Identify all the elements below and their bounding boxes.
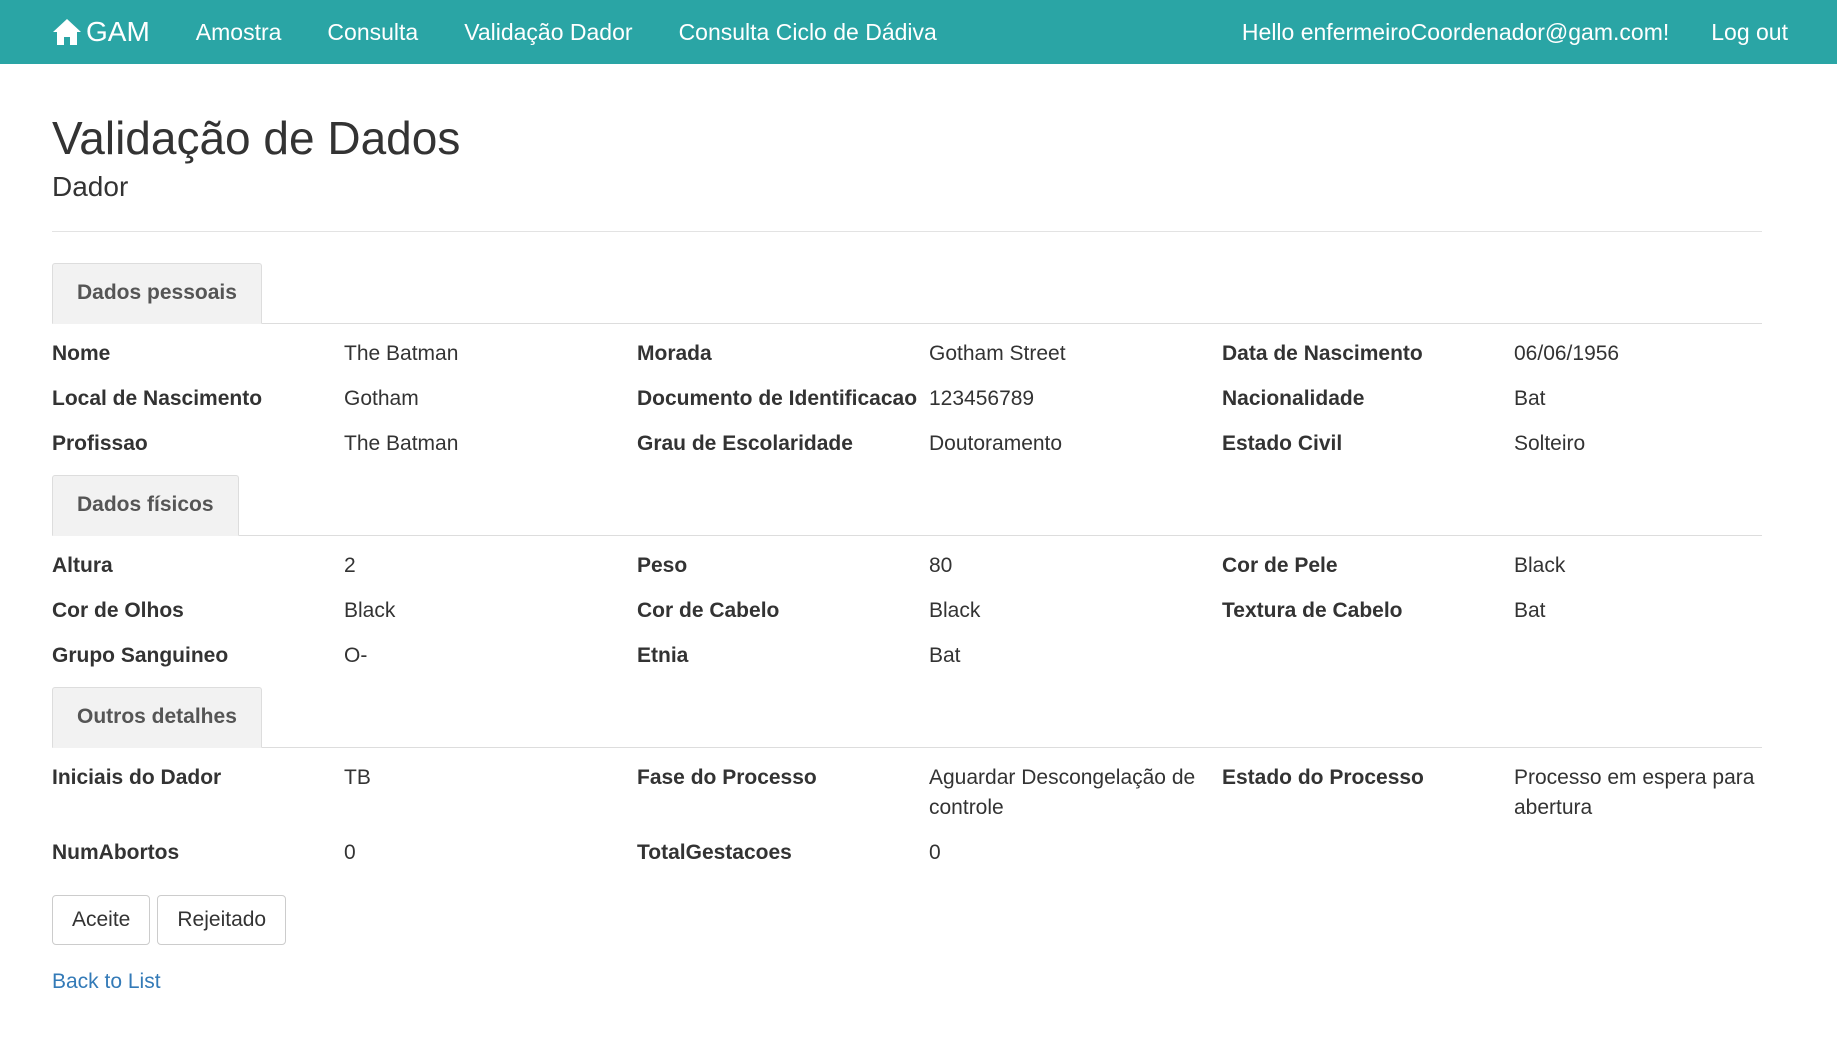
field-value: Black: [344, 598, 396, 622]
nav-link-consulta[interactable]: Consulta: [327, 19, 418, 46]
field-value: O-: [344, 643, 368, 667]
reject-button[interactable]: Rejeitado: [157, 894, 287, 945]
field-label: Fase do Processo: [637, 765, 817, 789]
field-label: NumAbortos: [52, 840, 180, 864]
field-value: 0: [929, 840, 941, 864]
field-value: 2: [344, 553, 356, 577]
field-value: Black: [1514, 553, 1566, 577]
field-label: Morada: [637, 341, 712, 365]
field-label: Iniciais do Dador: [52, 765, 222, 789]
field-value: Bat: [929, 643, 961, 667]
empty-cell: [1222, 641, 1514, 686]
nav-link-validacao-dador[interactable]: Validação Dador: [464, 19, 632, 46]
back-to-list-link[interactable]: Back to List: [52, 970, 161, 994]
page-subtitle: Dador: [52, 170, 129, 202]
field-label: TotalGestacoes: [637, 840, 792, 864]
field-value: The Batman: [344, 341, 459, 365]
section-header-pessoais: Dados pessoais: [52, 262, 1762, 324]
field-label: Grau de Escolaridade: [637, 431, 853, 455]
tab-outros-detalhes[interactable]: Outros detalhes: [52, 686, 262, 748]
nav-right: Hello enfermeiroCoordenador@gam.com! Log…: [1242, 0, 1788, 64]
field-label: Nacionalidade: [1222, 386, 1365, 410]
title-divider: [52, 230, 1762, 232]
field-value: Solteiro: [1514, 431, 1586, 455]
grid-dados-pessoais: Nome The Batman Morada Gotham Street Dat…: [52, 324, 1762, 474]
grid-outros-detalhes: Iniciais do Dador TB Fase do Processo Ag…: [52, 748, 1762, 883]
page-title: Validação de Dados: [52, 112, 461, 164]
field-label: Altura: [52, 553, 113, 577]
field-value: Gotham: [344, 386, 419, 410]
main-content: Validação de Dados Dador Dados pessoais …: [52, 64, 1762, 994]
accept-button[interactable]: Aceite: [52, 894, 151, 945]
home-icon: [53, 19, 81, 45]
empty-cell: [1222, 838, 1514, 883]
nav-left: GAM Amostra Consulta Validação Dador Con…: [52, 0, 983, 64]
field-label: Cor de Cabelo: [637, 598, 780, 622]
field-value: 80: [929, 553, 953, 577]
brand-label: GAM: [86, 16, 150, 47]
field-value: Gotham Street: [929, 341, 1066, 365]
field-label: Cor de Olhos: [52, 598, 184, 622]
section-header-fisicos: Dados físicos: [52, 474, 1762, 536]
field-value: Black: [929, 598, 981, 622]
logout-link[interactable]: Log out: [1711, 19, 1788, 46]
field-value: 0: [344, 840, 356, 864]
field-label: Grupo Sanguineo: [52, 643, 229, 667]
grid-dados-fisicos: Altura 2 Peso 80 Cor de Pele Black Cor d…: [52, 536, 1762, 686]
field-value: Aguardar Descongelação de controle: [929, 765, 1196, 819]
tab-dados-fisicos[interactable]: Dados físicos: [52, 474, 239, 536]
field-value: TB: [344, 765, 371, 789]
nav-link-consulta-ciclo[interactable]: Consulta Ciclo de Dádiva: [679, 19, 937, 46]
field-label: Local de Nascimento: [52, 386, 263, 410]
empty-cell: [1514, 838, 1762, 883]
field-label: Estado Civil: [1222, 431, 1343, 455]
field-value: The Batman: [344, 431, 459, 455]
field-value: Doutoramento: [929, 431, 1063, 455]
field-label: Etnia: [637, 643, 689, 667]
field-value: 123456789: [929, 386, 1035, 410]
field-label: Data de Nascimento: [1222, 341, 1423, 365]
field-label: Documento de Identificacao: [637, 386, 918, 410]
action-buttons: Aceite Rejeitado: [52, 894, 1762, 945]
field-label: Nome: [52, 341, 111, 365]
top-navbar: GAM Amostra Consulta Validação Dador Con…: [0, 0, 1837, 64]
field-label: Cor de Pele: [1222, 553, 1338, 577]
field-label: Textura de Cabelo: [1222, 598, 1403, 622]
section-header-outros: Outros detalhes: [52, 686, 1762, 748]
field-label: Peso: [637, 553, 688, 577]
empty-cell: [1514, 641, 1762, 686]
field-label: Estado do Processo: [1222, 765, 1424, 789]
field-value: 06/06/1956: [1514, 341, 1620, 365]
user-greeting-link[interactable]: Hello enfermeiroCoordenador@gam.com!: [1242, 19, 1669, 46]
field-value: Bat: [1514, 386, 1546, 410]
brand-link[interactable]: GAM: [52, 16, 150, 48]
field-label: Profissao: [52, 431, 148, 455]
tab-dados-pessoais[interactable]: Dados pessoais: [52, 262, 262, 324]
field-value: Bat: [1514, 598, 1546, 622]
nav-link-amostra[interactable]: Amostra: [196, 19, 282, 46]
field-value: Processo em espera para abertura: [1514, 765, 1755, 819]
